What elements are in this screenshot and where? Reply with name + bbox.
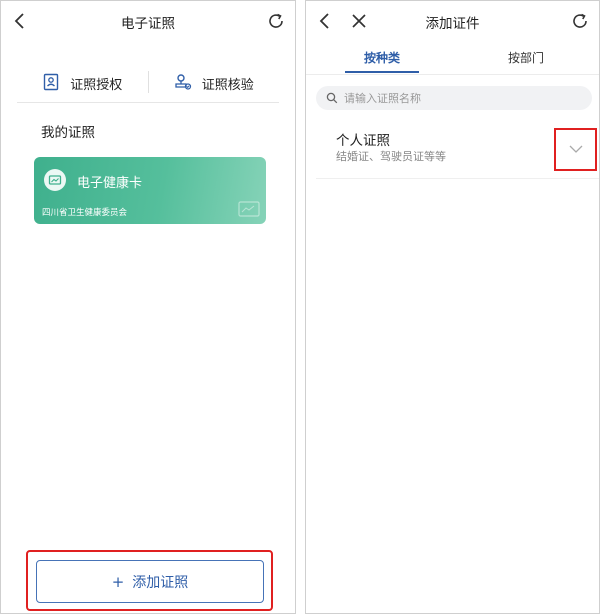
stamp-icon xyxy=(174,73,192,95)
card-logo-icon xyxy=(44,169,66,191)
refresh-icon[interactable] xyxy=(569,10,591,32)
header: 电子证照 xyxy=(1,1,295,41)
page-title: 电子证照 xyxy=(121,16,175,32)
chevron-down-icon xyxy=(569,145,583,153)
search-input[interactable] xyxy=(344,91,564,105)
license-verify-button[interactable]: 证照核验 xyxy=(149,65,280,102)
license-authorize-label: 证照授权 xyxy=(70,78,123,93)
list-item-personal-license[interactable]: 个人证照 结婚证、驾驶员证等等 xyxy=(316,119,599,179)
license-actions: 证照授权 证照核验 xyxy=(17,65,279,103)
active-tab-indicator xyxy=(345,71,419,73)
tab-by-type[interactable]: 按种类 xyxy=(364,49,400,66)
id-badge-icon xyxy=(42,73,60,95)
page-title: 添加证件 xyxy=(425,16,480,32)
add-license-label: 添加证照 xyxy=(132,574,189,591)
card-issuer: 四川省卫生健康委员会 xyxy=(42,208,128,218)
electronic-license-screen: 电子证照 证照授权 证照核验 我的证照 电子健康卡 四川省卫生健康委员会 + 添… xyxy=(0,0,296,614)
card-title: 电子健康卡 xyxy=(77,176,143,191)
category-title: 个人证照 xyxy=(336,133,390,149)
section-title: 我的证照 xyxy=(41,125,95,141)
category-subtitle: 结婚证、驾驶员证等等 xyxy=(336,150,446,163)
tab-by-department[interactable]: 按部门 xyxy=(508,49,544,66)
license-authorize-button[interactable]: 证照授权 xyxy=(17,65,148,102)
header: 添加证件 xyxy=(306,1,599,41)
card-watermark-icon xyxy=(238,201,260,217)
expand-button[interactable] xyxy=(554,128,597,171)
license-verify-label: 证照核验 xyxy=(201,78,254,93)
plus-icon: + xyxy=(111,572,125,591)
add-license-button[interactable]: + 添加证照 xyxy=(36,560,264,603)
health-card[interactable]: 电子健康卡 四川省卫生健康委员会 xyxy=(34,157,266,224)
search-bar[interactable] xyxy=(316,86,592,110)
refresh-icon[interactable] xyxy=(265,10,287,32)
search-icon xyxy=(326,92,338,104)
add-document-screen: 添加证件 按种类 按部门 个人证照 结婚证、驾驶员证等等 xyxy=(305,0,600,614)
category-tabs: 按种类 按部门 xyxy=(306,41,599,75)
